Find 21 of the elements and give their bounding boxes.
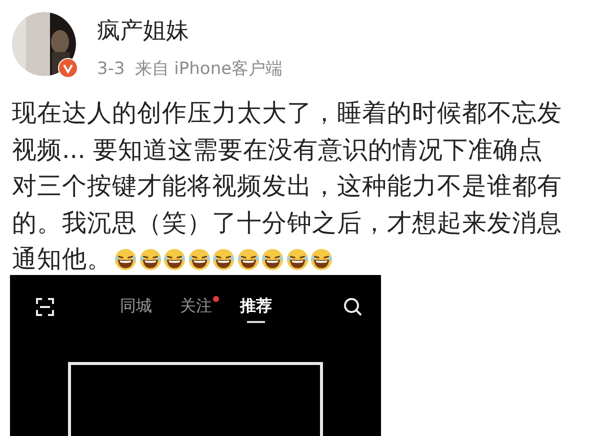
laughing-emoji-icon (188, 248, 210, 271)
laughing-emoji-icon (310, 248, 333, 271)
tab-underline (247, 321, 265, 323)
post-date: 3-3 (97, 58, 125, 80)
laughing-emoji-icon (163, 248, 186, 271)
laughing-emoji-icon (286, 248, 308, 271)
search-icon (343, 297, 363, 317)
verified-badge-icon (58, 58, 78, 78)
scan-icon (35, 297, 55, 317)
feed-tab[interactable]: 推荐 (240, 295, 272, 323)
laughing-emoji-icon (236, 248, 260, 271)
laughing-emoji-icon (261, 248, 284, 271)
post-source: 来自 iPhone客户端 (134, 58, 283, 80)
feed-tab[interactable]: 同城 (120, 295, 152, 317)
post-text: 现在达人的创作压力太大了，睡着的时候都不忘发 视频... 要知道这需要在没有意识的情况下准确点 对三个按键才能将视频发出，这种能力不是谁都有 的。我沉思（笑）了十分钟之后，才想起来发消息 (12, 97, 562, 238)
post-text-end: 通知他。 (12, 243, 112, 275)
laughing-emoji-icon (114, 248, 137, 271)
laughing-emoji-icon (138, 248, 162, 271)
feed-tab[interactable]: 关注 (180, 295, 212, 317)
author-name[interactable]: 疯产姐妹 (97, 16, 283, 46)
laughing-emoji-icon (212, 248, 235, 271)
